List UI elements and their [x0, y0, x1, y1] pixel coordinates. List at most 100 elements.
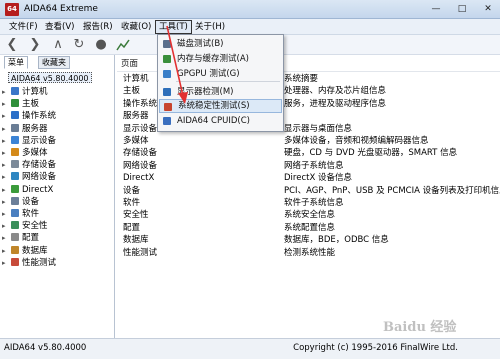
list-item-description: 软件子系统信息	[284, 198, 344, 208]
tools-menu-item-icon	[163, 40, 171, 48]
tools-menu-item-label: AIDA64 CPUID(C)	[177, 116, 250, 126]
expand-arrow-icon[interactable]: ▸	[2, 196, 11, 208]
list-item-description: 系统摘要	[284, 74, 319, 84]
menu-about[interactable]: 关于(H)	[192, 20, 228, 34]
expand-arrow-icon[interactable]: ▸	[2, 232, 11, 244]
tools-menu-item[interactable]: GPGPU 测试(G)	[159, 67, 282, 81]
expand-arrow-icon[interactable]: ▸	[2, 208, 11, 220]
refresh-icon[interactable]: ↻	[71, 37, 87, 53]
menu-favorites[interactable]: 收藏(O)	[118, 20, 154, 34]
expand-arrow-icon[interactable]: ▸	[2, 245, 11, 257]
tree-item-icon	[11, 221, 19, 230]
menu-separator	[176, 81, 280, 82]
tree-item[interactable]: ▸ DirectX	[2, 184, 53, 196]
list-item-name[interactable]: DirectX	[123, 172, 154, 184]
expand-arrow-icon[interactable]: ▸	[2, 110, 11, 122]
tools-menu-item[interactable]: 系统稳定性测试(S)	[159, 99, 282, 113]
tools-dropdown-menu: 磁盘测试(B) 内存与缓存测试(A) GPGPU 测试(G) 显示器检测(M) 系统稳定…	[157, 34, 284, 132]
menu-file[interactable]: 文件(F)	[6, 20, 41, 34]
tree-item-icon	[11, 233, 19, 242]
forward-icon[interactable]: ❯	[27, 37, 43, 53]
up-icon[interactable]: ∧	[50, 37, 66, 53]
list-item-name[interactable]: 设备	[123, 185, 140, 197]
tree-root[interactable]: AIDA64 v5.80.4000	[8, 72, 92, 83]
tree-item[interactable]: ▸ 主板	[2, 98, 39, 110]
menu-view[interactable]: 查看(V)	[42, 20, 77, 34]
list-item-name[interactable]: 安全性	[123, 209, 149, 221]
list-item-name[interactable]: 网络设备	[123, 160, 157, 172]
tree-item[interactable]: ▸ 存储设备	[2, 159, 56, 171]
tools-menu-item[interactable]: 磁盘测试(B)	[159, 37, 282, 51]
tools-menu-item-label: 内存与缓存测试(A)	[177, 54, 249, 64]
expand-arrow-icon[interactable]: ▸	[2, 220, 11, 232]
list-item-description: 多媒体设备，音频和视频编解码器信息	[284, 136, 429, 146]
list-item-description: 处理器、内存及芯片组信息	[284, 86, 387, 97]
tree-item[interactable]: ▸ 多媒体	[2, 147, 48, 159]
tree-item-label: 性能测试	[22, 257, 57, 268]
status-bar: AIDA64 v5.80.4000 Copyright (c) 1995-201…	[0, 338, 500, 359]
list-item-description: 系统配置信息	[284, 222, 336, 233]
tree-item-icon	[11, 99, 19, 108]
tree-item[interactable]: ▸ 操作系统	[2, 110, 56, 122]
tab-favorites[interactable]: 收藏夹	[38, 56, 70, 69]
expand-arrow-icon[interactable]: ▸	[2, 184, 11, 196]
back-icon[interactable]: ❮	[4, 37, 20, 53]
maximize-button[interactable]: □	[450, 2, 474, 16]
expand-arrow-icon[interactable]: ▸	[2, 171, 11, 183]
list-item-name[interactable]: 操作系统	[123, 98, 157, 110]
tree-item[interactable]: ▸ 显示设备	[2, 135, 56, 147]
expand-arrow-icon[interactable]: ▸	[2, 123, 11, 135]
list-item-name[interactable]: 计算机	[123, 73, 149, 85]
tree-item[interactable]: ▸ 服务器	[2, 123, 48, 135]
list-item-description: PCI、AGP、PnP、USB 及 PCMCIA 设备列表及打印机信息	[284, 185, 500, 196]
user-icon[interactable]: ●	[93, 37, 109, 53]
tree-item-icon	[11, 148, 19, 156]
list-item-name[interactable]: 软件	[123, 197, 140, 209]
tree-item-label: 存储设备	[22, 160, 57, 171]
column-header-page[interactable]: 页面	[121, 58, 138, 70]
expand-arrow-icon[interactable]: ▸	[2, 98, 11, 110]
list-item-name[interactable]: 数据库	[123, 234, 149, 246]
menu-tools[interactable]: 工具(T)	[155, 20, 192, 34]
list-item-name[interactable]: 存储设备	[123, 147, 157, 159]
tree-item-icon	[11, 135, 19, 144]
tree-item-icon	[11, 111, 19, 120]
expand-arrow-icon[interactable]: ▸	[2, 257, 11, 269]
menu-report[interactable]: 报告(R)	[80, 20, 116, 34]
tree-item[interactable]: ▸ 网络设备	[2, 171, 56, 183]
tree-item[interactable]: ▸ 设备	[2, 196, 39, 208]
tools-menu-item[interactable]: AIDA64 CPUID(C)	[159, 114, 282, 128]
tools-menu-item[interactable]: 显示器检测(M)	[159, 85, 282, 99]
expand-arrow-icon[interactable]: ▸	[2, 86, 11, 98]
tree-item[interactable]: ▸ 计算机	[2, 86, 48, 98]
list-item-name[interactable]: 主板	[123, 85, 140, 97]
list-item-name[interactable]: 服务器	[123, 110, 149, 122]
close-button[interactable]: ✕	[476, 2, 500, 16]
tab-menu[interactable]: 菜单	[4, 56, 28, 69]
tools-menu-item-icon	[163, 117, 171, 125]
menu-bar: 文件(F) 查看(V) 报告(R) 收藏(O) 工具(T) 关于(H)	[0, 19, 500, 35]
list-item-description: DirectX 设备信息	[284, 173, 352, 184]
expand-arrow-icon[interactable]: ▸	[2, 159, 11, 171]
minimize-button[interactable]: —	[424, 2, 448, 16]
tree-item[interactable]: ▸ 配置	[2, 232, 39, 244]
tree-item[interactable]: ▸ 安全性	[2, 220, 48, 232]
tree-item[interactable]: ▸ 数据库	[2, 245, 48, 257]
tools-menu-item[interactable]: 内存与缓存测试(A)	[159, 52, 282, 66]
title-bar: 64 AIDA64 Extreme — □ ✕	[0, 0, 500, 19]
list-item-description: 显示器与桌面信息	[284, 123, 353, 134]
tools-menu-item-label: 系统稳定性测试(S)	[178, 101, 250, 111]
list-item-name[interactable]: 配置	[123, 222, 140, 234]
tree-item[interactable]: ▸ 软件	[2, 208, 39, 220]
tree-item-label: DirectX	[22, 184, 54, 195]
tree-item-label: 操作系统	[22, 111, 57, 122]
tree-item[interactable]: ▸ 性能测试	[2, 257, 56, 269]
list-item-name[interactable]: 性能测试	[123, 247, 157, 259]
expand-arrow-icon[interactable]: ▸	[2, 135, 11, 147]
list-item-description: 网络子系统信息	[284, 160, 344, 171]
list-item-name[interactable]: 显示设备	[123, 123, 157, 135]
chart-icon[interactable]	[115, 37, 131, 53]
expand-arrow-icon[interactable]: ▸	[2, 147, 11, 159]
list-item-name[interactable]: 多媒体	[123, 135, 149, 147]
list-item-description: 服务，进程及驱动程序信息	[284, 98, 387, 109]
